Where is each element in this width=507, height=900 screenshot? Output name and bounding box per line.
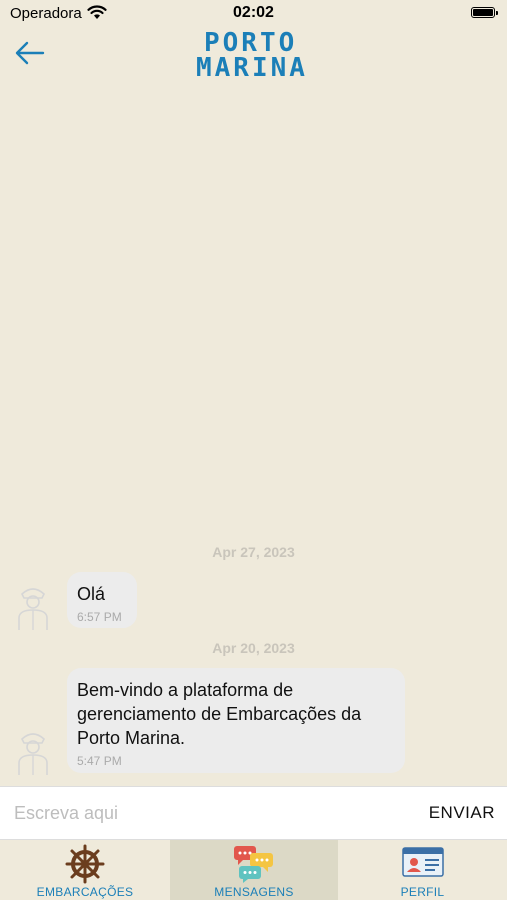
tab-label: EMBARCAÇÕES xyxy=(36,885,134,899)
message-line: Bem-vindo a plataforma de xyxy=(77,680,294,700)
captain-avatar-icon xyxy=(18,733,48,775)
message-line: Porto Marina. xyxy=(77,728,186,748)
tab-label: MENSAGENS xyxy=(214,885,294,899)
battery-icon xyxy=(471,7,498,18)
tab-embarcacoes[interactable]: EMBARCAÇÕES xyxy=(0,840,170,900)
tab-bar: EMBARCAÇÕES MENSAGENS PERFIL xyxy=(0,840,507,900)
date-separator: Apr 27, 2023 xyxy=(212,544,295,560)
message-time: 6:57 PM xyxy=(77,610,122,624)
chat-bubbles-icon xyxy=(234,846,273,883)
navigation-bar: PORTO MARINA xyxy=(0,28,507,83)
status-time: 02:02 xyxy=(233,4,274,21)
ship-wheel-icon xyxy=(65,844,105,884)
back-button[interactable] xyxy=(12,38,48,68)
logo-line-2: MARINA xyxy=(196,53,308,83)
message-line: gerenciamento de Embarcações da xyxy=(77,704,362,724)
date-separator: Apr 20, 2023 xyxy=(212,640,295,656)
message-bubble: Bem-vindo a plataforma de gerenciamento … xyxy=(67,668,405,773)
message-time: 5:47 PM xyxy=(77,754,122,768)
message-composer: ENVIAR xyxy=(0,786,507,840)
message-bubble: Olá 6:57 PM xyxy=(67,572,137,628)
tab-perfil[interactable]: PERFIL xyxy=(338,840,507,900)
tab-mensagens[interactable]: MENSAGENS xyxy=(170,840,338,900)
status-bar: Operadora 02:02 xyxy=(0,0,507,28)
message-input[interactable] xyxy=(12,797,406,829)
message-line: Olá xyxy=(77,584,106,604)
tab-label: PERFIL xyxy=(400,885,445,899)
id-card-icon xyxy=(401,847,444,877)
send-button[interactable]: ENVIAR xyxy=(429,803,495,823)
captain-avatar-icon xyxy=(18,588,48,630)
back-arrow-icon xyxy=(15,41,45,65)
porto-marina-logo: PORTO MARINA xyxy=(196,28,318,83)
message-text: Bem-vindo a plataforma de gerenciamento … xyxy=(77,678,361,750)
